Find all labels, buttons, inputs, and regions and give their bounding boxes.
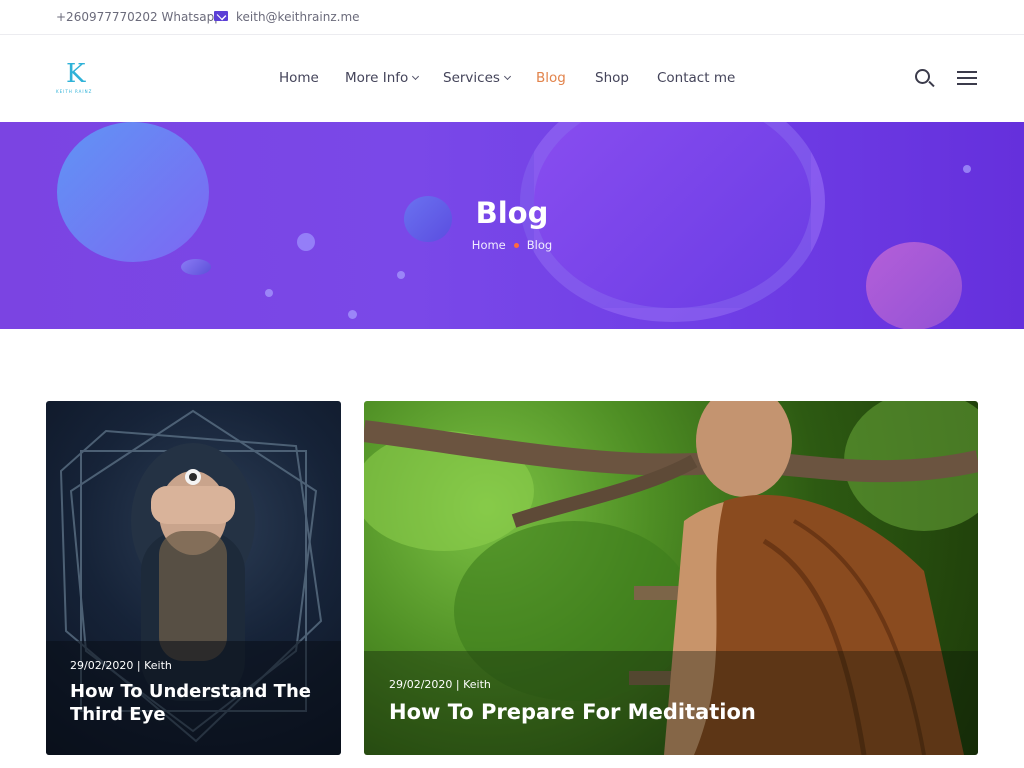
post-meta: 29/02/2020 | Keith	[70, 659, 172, 672]
star-decoration	[348, 310, 357, 319]
nav-more-info[interactable]: More Info	[345, 70, 420, 86]
breadcrumb-current: Blog	[526, 238, 553, 252]
chevron-down-icon	[412, 72, 420, 81]
mail-icon	[214, 11, 228, 21]
site-logo[interactable]: K KEITH RAINZ	[56, 60, 104, 96]
email-address[interactable]: keith@keithrainz.me	[236, 10, 360, 24]
nav-more-info-label: More Info	[345, 70, 409, 86]
main-header: K KEITH RAINZ Home More Info Services Bl…	[0, 36, 1024, 122]
breadcrumb-home[interactable]: Home	[472, 238, 506, 252]
nav-shop[interactable]: Shop	[595, 70, 629, 86]
nav-blog[interactable]: Blog	[536, 70, 566, 86]
logo-tagline: KEITH RAINZ	[56, 89, 93, 94]
blog-post-card[interactable]: 29/02/2020 | Keith How To Prepare For Me…	[364, 401, 978, 755]
post-meta: 29/02/2020 | Keith	[389, 678, 491, 691]
star-decoration	[265, 289, 273, 297]
search-icon[interactable]	[915, 69, 930, 84]
top-contact-bar: +260977770202 Whatsapp keith@keithrainz.…	[0, 0, 1024, 35]
nav-services-label: Services	[443, 70, 500, 86]
planet-decoration	[866, 242, 962, 329]
page-hero-banner: Blog Home Blog	[0, 122, 1024, 329]
phone-number[interactable]: +260977770202 Whatsapp	[56, 10, 222, 24]
ringed-planet-decoration	[181, 259, 211, 275]
logo-mark: K	[66, 59, 86, 89]
chevron-down-icon	[503, 72, 511, 81]
post-title[interactable]: How To Understand The Third Eye	[70, 680, 320, 726]
post-title[interactable]: How To Prepare For Meditation	[389, 699, 889, 725]
page-title: Blog	[475, 196, 549, 230]
nav-services[interactable]: Services	[443, 70, 511, 86]
breadcrumb-separator	[513, 243, 519, 248]
breadcrumb: Home Blog	[0, 238, 1024, 252]
star-decoration	[397, 271, 405, 279]
nav-home[interactable]: Home	[279, 70, 319, 86]
blog-post-card[interactable]: 29/02/2020 | Keith How To Understand The…	[46, 401, 341, 755]
menu-icon[interactable]	[957, 71, 977, 85]
nav-contact[interactable]: Contact me	[657, 70, 735, 86]
star-decoration	[963, 165, 971, 173]
